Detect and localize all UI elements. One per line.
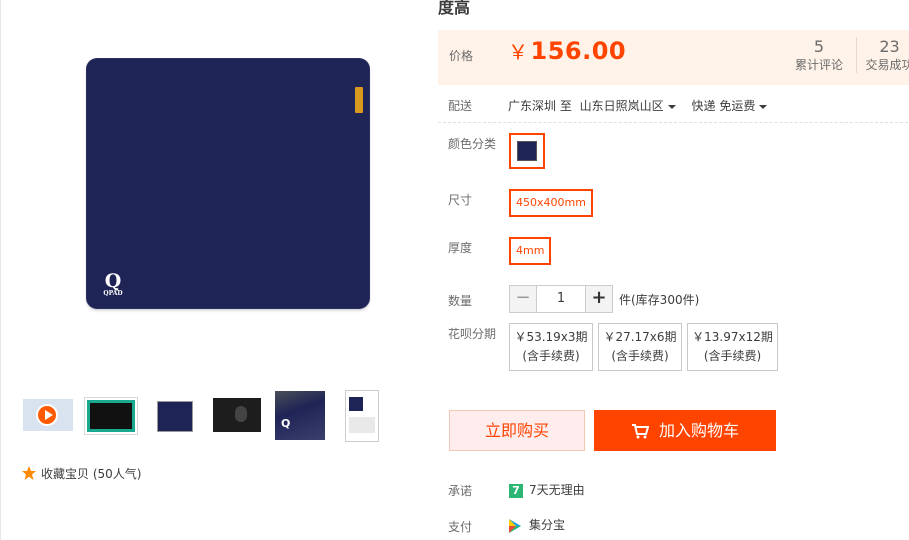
mousepad-tag [355,87,363,113]
thumbnail-2[interactable] [84,397,138,435]
favorite-label: 收藏宝贝 (50人气) [41,466,142,481]
increase-button[interactable]: + [585,285,613,313]
cart-icon [631,423,649,438]
add-to-cart-button[interactable]: 加入购物车 [594,410,776,451]
thumbnail-6[interactable] [345,390,379,442]
installment-option-6[interactable]: ￥27.17x6期 (含手续费) [598,323,682,371]
main-product-image[interactable]: Q QPAD [87,59,369,308]
buy-now-button[interactable]: 立即购买 [449,410,585,451]
price-label: 价格 [449,49,474,63]
price-panel: 价格 ￥156.00 5 累计评论 23 交易成功 [438,30,909,85]
payment-label: 支付 [448,520,473,534]
favorite-button[interactable]: 收藏宝贝 (50人气) [21,464,141,482]
installment-option-3[interactable]: ￥53.19x3期 (含手续费) [509,323,593,371]
delivery-row: 配送 广东深圳 至 山东日照岚山区 快递 免运费 [438,95,908,123]
thumbnail-strip: Q [23,390,383,442]
size-label: 尺寸 [448,193,473,207]
add-to-cart-label: 加入购物车 [658,421,739,440]
qpad-logo: Q QPAD [103,270,123,298]
review-count[interactable]: 5 累计评论 [786,37,852,73]
thumbnail-4[interactable] [213,398,261,432]
promise-label: 承诺 [448,484,473,498]
seven-day-return-icon: 7 [509,483,523,498]
thumbnail-5[interactable]: Q [275,391,325,440]
shipping-method-select[interactable]: 快递 免运费 [692,99,768,113]
stock-text: 件(库存300件) [619,292,700,307]
color-option-navy[interactable] [509,133,545,169]
destination-select[interactable]: 山东日照岚山区 [580,99,676,113]
thickness-label: 厚度 [448,241,473,255]
chevron-down-icon [667,104,676,109]
quantity-stepper: − 1 + 件(库存300件) [509,285,699,313]
left-divider [0,0,1,540]
chevron-down-icon [759,104,768,109]
color-label: 颜色分类 [448,137,497,151]
size-option[interactable]: 450x400mm [509,189,593,217]
delivery-label: 配送 [448,99,473,113]
price-value: ￥156.00 [508,37,627,65]
thickness-option[interactable]: 4mm [509,237,552,265]
sales-count: 23 交易成功 [856,37,909,73]
payment-item[interactable]: 集分宝 [507,516,565,534]
jifenbao-icon [509,518,521,533]
quantity-input[interactable]: 1 [537,285,585,313]
delivery-route: 广东深圳 至 山东日照岚山区 快递 免运费 [508,97,768,114]
product-title: 度高 [438,0,471,17]
decrease-button[interactable]: − [509,285,537,313]
thumbnail-3[interactable] [157,401,193,432]
color-swatch-navy [517,141,537,161]
quantity-label: 数量 [448,294,473,308]
promise-item[interactable]: 7 7天无理由 [509,481,585,498]
star-icon [22,466,36,480]
thumbnail-video[interactable] [23,399,73,431]
installment-option-12[interactable]: ￥13.97x12期 (含手续费) [687,323,778,371]
play-icon [36,404,58,426]
mousepad-image: Q QPAD [87,59,369,308]
installment-label: 花呗分期 [448,327,497,341]
